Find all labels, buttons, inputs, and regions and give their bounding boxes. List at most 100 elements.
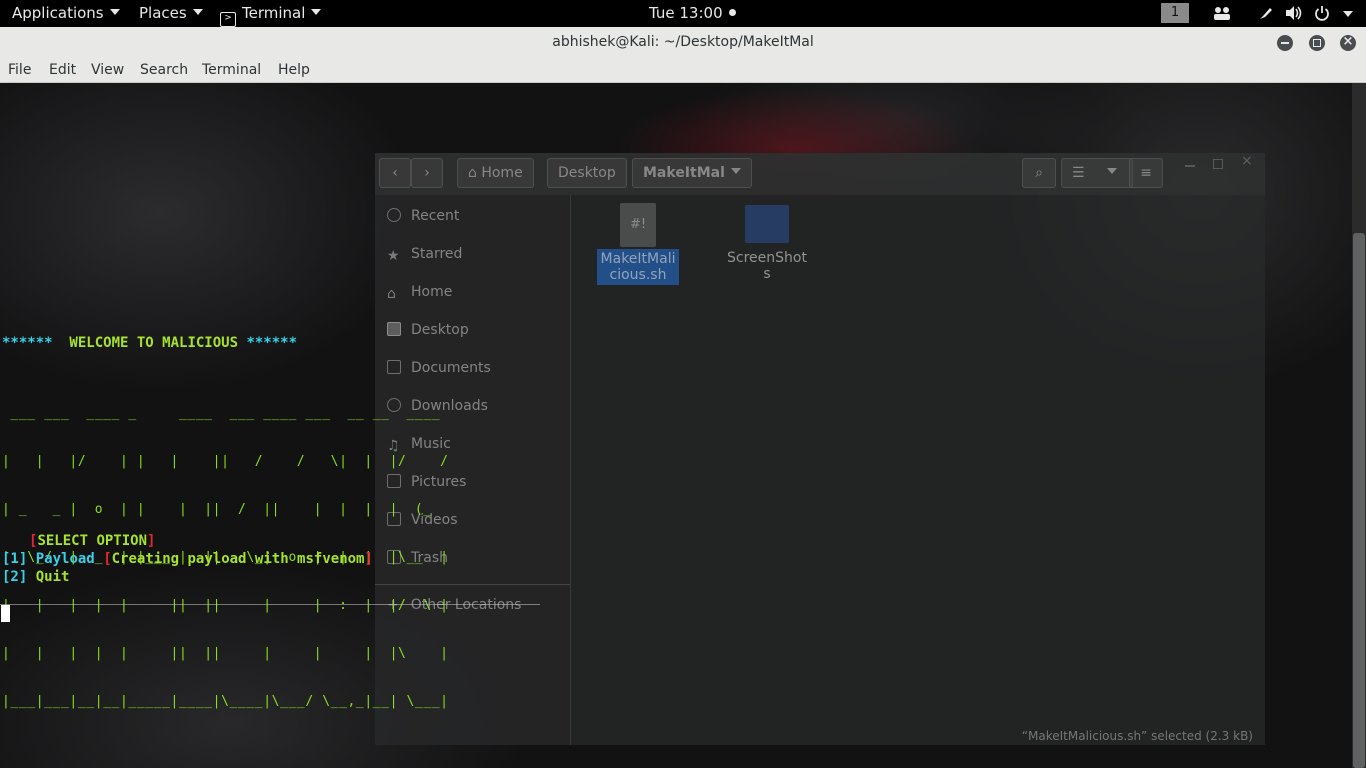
applications-label: Applications — [12, 4, 104, 22]
applications-menu[interactable]: Applications — [12, 4, 120, 22]
menu-view[interactable]: View — [91, 62, 124, 78]
option-1-line: [1] Payload [Creating payload with msfve… — [2, 551, 373, 567]
option-number: [2] — [2, 569, 28, 585]
home-icon: ⌂ — [387, 286, 396, 302]
path-home[interactable]: ⌂ Home — [457, 158, 534, 188]
list-view-icon: ☰ — [1072, 165, 1085, 181]
clock-label: Tue 13:00 — [649, 4, 723, 22]
terminal-label: Terminal — [242, 4, 306, 22]
folder-icon — [387, 322, 401, 336]
menu-search[interactable]: Search — [140, 62, 188, 78]
option-description: Creating payload with msfvenom — [111, 551, 365, 567]
option-label: Quit — [35, 569, 70, 585]
welcome-stars-left: ****** — [2, 335, 53, 351]
file-manager-window: ‹ › ⌂ Home Desktop MakeItMal ⌕ ☰ ≡ × Rec… — [375, 153, 1265, 745]
sidebar-item-home[interactable]: ⌂ Home — [387, 284, 453, 302]
maximize-button[interactable] — [1309, 35, 1325, 51]
back-button[interactable]: ‹ — [379, 158, 411, 188]
select-option-line: [SELECT OPTION] — [29, 533, 155, 549]
notification-dot-icon — [728, 9, 736, 16]
script-file-icon: #! — [620, 203, 656, 247]
bracket: ] — [147, 533, 156, 549]
file-item[interactable]: #! MakeItMali cious.sh — [597, 203, 679, 285]
chevron-left-icon: ‹ — [392, 165, 398, 181]
sidebar-item-desktop[interactable]: Desktop — [387, 322, 469, 338]
path-desktop[interactable]: Desktop — [547, 158, 627, 188]
banner-line: | | |/ | | | || / / \| | |/ / — [2, 454, 449, 469]
search-button[interactable]: ⌕ — [1022, 158, 1056, 188]
file-name-line: cious.sh — [609, 267, 667, 283]
welcome-line: ****** WELCOME TO MALICIOUS ****** — [2, 335, 297, 351]
welcome-text: WELCOME TO MALICIOUS — [52, 335, 247, 351]
clock[interactable]: Tue 13:00 — [649, 4, 736, 22]
chevron-down-icon — [311, 9, 322, 15]
sidebar-item-starred[interactable]: ★ Starred — [387, 246, 462, 264]
places-label: Places — [139, 4, 187, 22]
file-manager-header: ‹ › ⌂ Home Desktop MakeItMal ⌕ ☰ ≡ × — [375, 153, 1265, 195]
folder-name: ScreenShot s — [725, 250, 809, 282]
chevron-down-icon — [1106, 168, 1117, 174]
clock-icon — [387, 208, 401, 222]
forward-button[interactable]: › — [411, 158, 443, 188]
option-number: [1] — [2, 551, 28, 567]
top-panel: Applications Places > Terminal Tue 13:00 … — [0, 0, 1366, 27]
select-label: SELECT OPTION — [37, 533, 148, 549]
prompt-underline — [0, 604, 540, 605]
terminal-output[interactable]: ‹ › ⌂ Home Desktop MakeItMal ⌕ ☰ ≡ × Rec… — [0, 83, 1352, 768]
bracket: [ — [103, 551, 112, 567]
chevron-down-icon — [192, 9, 203, 15]
menu-edit[interactable]: Edit — [49, 62, 76, 78]
banner-line: |___|___|__|__|_____|____|\____|\___/ \_… — [2, 694, 449, 709]
volume-icon[interactable] — [1285, 5, 1303, 25]
close-button[interactable]: × — [1340, 34, 1356, 51]
folder-item[interactable]: ScreenShot s — [725, 205, 809, 282]
bracket: ] — [364, 551, 373, 567]
places-menu[interactable]: Places — [139, 4, 203, 22]
welcome-stars-right: ****** — [246, 335, 298, 351]
banner-line: | | | | | || || | | : | |/ \ | — [2, 598, 449, 613]
pen-icon[interactable] — [1258, 5, 1274, 25]
maximize-icon — [1313, 39, 1321, 47]
scrollbar-thumb[interactable] — [1353, 233, 1365, 768]
file-name: MakeItMali cious.sh — [597, 249, 679, 285]
menu-bar: File Edit View Search Terminal Help — [0, 58, 1366, 83]
sidebar-item-label: Desktop — [411, 322, 469, 338]
path-makeitmal-label: MakeItMal — [643, 165, 725, 181]
star-icon: ★ — [387, 248, 400, 264]
fm-maximize-icon[interactable] — [1213, 159, 1223, 169]
document-icon — [387, 360, 401, 374]
close-icon: × — [1342, 34, 1354, 49]
menu-file[interactable]: File — [8, 62, 31, 78]
chevron-down-icon — [730, 168, 741, 174]
fm-minimize-icon[interactable] — [1185, 165, 1195, 167]
search-icon: ⌕ — [1035, 165, 1043, 181]
path-makeitmal[interactable]: MakeItMal — [632, 158, 752, 188]
workspace-indicator[interactable]: 1 — [1161, 3, 1189, 23]
text-cursor — [1, 605, 10, 622]
folder-icon — [745, 205, 789, 243]
fm-close-icon[interactable]: × — [1241, 153, 1253, 169]
view-options-button[interactable]: ☰ — [1061, 158, 1133, 188]
sidebar-item-recent[interactable]: Recent — [387, 208, 459, 224]
people-icon[interactable] — [1213, 6, 1231, 24]
file-name-line: MakeItMali — [600, 251, 676, 267]
terminal-app-menu[interactable]: > Terminal — [220, 4, 322, 27]
chevron-down-icon[interactable] — [1343, 11, 1353, 17]
banner-line: | | | | | || || | | | |\ | — [2, 646, 449, 661]
banner-line: ___ ___ ____ _ ____ ___ ____ ___ __ __ _… — [2, 406, 449, 421]
menu-terminal[interactable]: Terminal — [202, 62, 261, 78]
home-icon: ⌂ — [468, 165, 482, 181]
terminal-icon: > — [220, 12, 236, 27]
option-2-line: [2] Quit — [2, 569, 69, 585]
option-label: Payload — [35, 551, 95, 567]
power-icon[interactable] — [1314, 5, 1330, 25]
window-titlebar[interactable]: abhishek@Kali: ~/Desktop/MakeItMal × — [0, 27, 1366, 58]
menu-button[interactable]: ≡ — [1129, 158, 1163, 188]
sidebar-item-label: Home — [411, 284, 453, 300]
minimize-icon — [1281, 42, 1289, 44]
minimize-button[interactable] — [1277, 35, 1293, 51]
folder-name-line: s — [763, 266, 771, 282]
sidebar-item-label: Recent — [411, 208, 460, 224]
menu-help[interactable]: Help — [278, 62, 310, 78]
path-home-label: Home — [481, 165, 523, 181]
